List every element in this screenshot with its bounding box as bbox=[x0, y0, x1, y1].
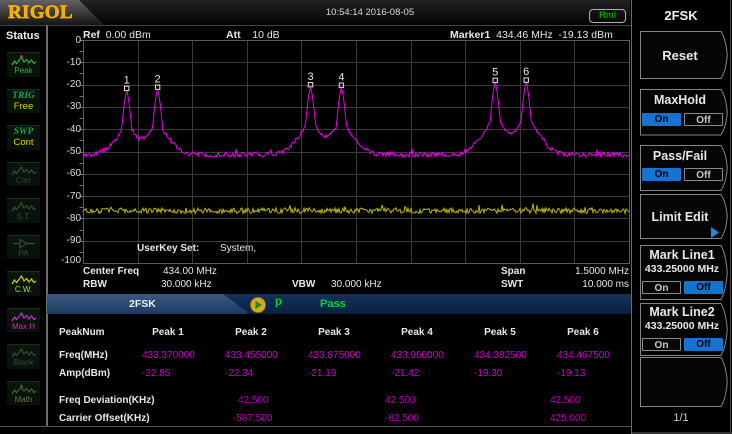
svg-text:1: 1 bbox=[124, 75, 130, 87]
svg-text:4: 4 bbox=[338, 71, 344, 83]
svg-text:2: 2 bbox=[155, 73, 161, 85]
svg-text:6: 6 bbox=[523, 66, 529, 78]
svg-text:5: 5 bbox=[492, 67, 498, 79]
svg-text:3: 3 bbox=[307, 71, 313, 83]
